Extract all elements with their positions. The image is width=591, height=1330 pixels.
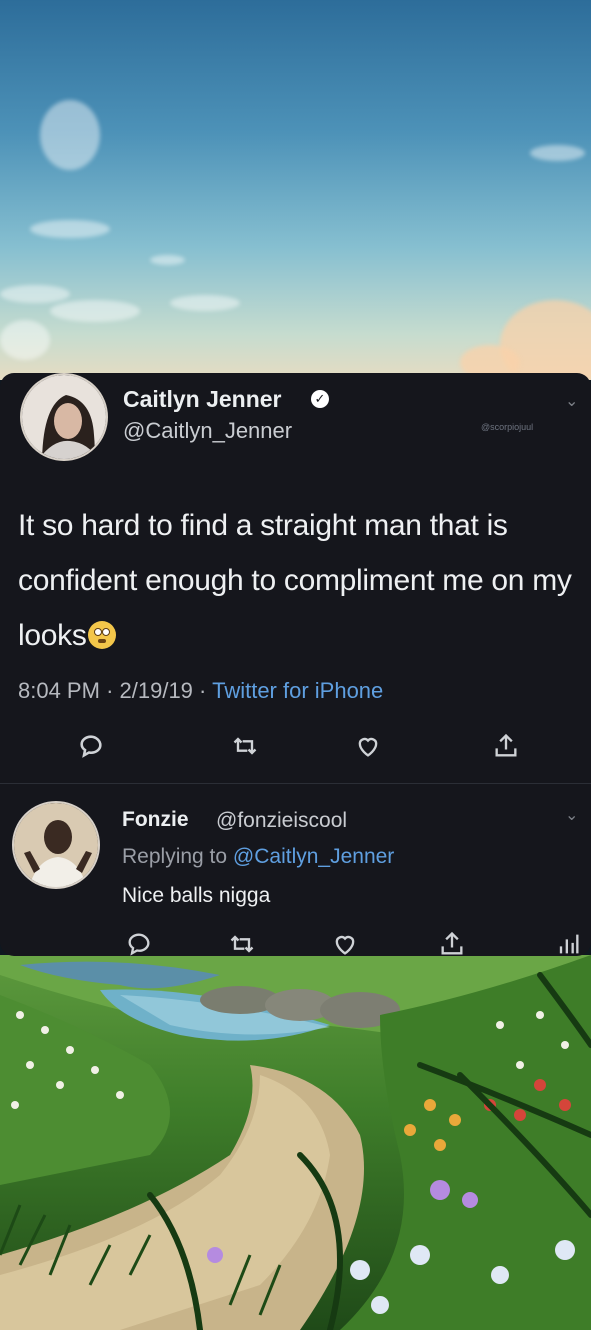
retweet-icon[interactable]: [230, 731, 260, 761]
share-icon[interactable]: [491, 731, 521, 761]
reply-actions: [0, 929, 591, 956]
cloud: [30, 220, 110, 238]
meta-separator: ·: [199, 678, 213, 703]
fonzie-avatar[interactable]: [12, 801, 100, 889]
tweet-meta: 8:04 PM · 2/19/19 · Twitter for iPhone: [18, 678, 383, 704]
reply-chevron-down-icon[interactable]: ⌄: [565, 805, 578, 825]
meadow-illustration: [0, 955, 591, 1330]
reply-author-handle[interactable]: @fonzieiscool: [216, 809, 347, 833]
tweet-card: Caitlyn Jenner ✓ @Caitlyn_Jenner ⌄ @scor…: [0, 373, 591, 956]
reply-icon[interactable]: [76, 731, 106, 761]
chevron-down-icon[interactable]: ⌄: [565, 391, 578, 411]
cloud: [530, 145, 585, 161]
watermark: @scorpiojuul: [481, 422, 534, 432]
tweet-time: 8:04 PM: [18, 678, 100, 703]
reply-reply-icon[interactable]: [124, 929, 154, 956]
cloud: [150, 255, 185, 265]
cloud: [0, 285, 70, 303]
cloud: [50, 300, 140, 322]
reply-author-name[interactable]: Fonzie: [122, 808, 189, 832]
reply-text: Nice balls nigga: [122, 884, 271, 907]
meta-separator: ·: [106, 678, 120, 703]
divider: [0, 783, 591, 784]
author-name[interactable]: Caitlyn Jenner: [123, 386, 282, 413]
replying-prefix: Replying to: [122, 845, 233, 868]
cloud: [170, 295, 240, 311]
tweet-source[interactable]: Twitter for iPhone: [212, 678, 383, 703]
reply-retweet-icon[interactable]: [227, 929, 257, 956]
verified-badge-icon: ✓: [311, 390, 329, 408]
reply-share-icon[interactable]: [437, 929, 467, 956]
reply-like-icon[interactable]: [330, 929, 360, 956]
like-icon[interactable]: [353, 731, 383, 761]
sky-background: [0, 0, 591, 380]
cloud: [0, 320, 50, 360]
meadow-background: [0, 955, 591, 1330]
author-handle[interactable]: @Caitlyn_Jenner: [123, 418, 292, 444]
tweet-actions: [0, 731, 591, 765]
replying-to-line: Replying to @Caitlyn_Jenner: [122, 845, 394, 869]
tweet-text: It so hard to find a straight man that i…: [18, 498, 578, 663]
caitlyn-avatar[interactable]: [20, 373, 108, 461]
flushed-face-emoji-icon: [87, 621, 116, 649]
tweet-date: 2/19/19: [119, 678, 193, 703]
cloud: [40, 100, 100, 170]
reply-analytics-icon[interactable]: [553, 929, 583, 956]
replying-to-mention[interactable]: @Caitlyn_Jenner: [233, 845, 394, 868]
